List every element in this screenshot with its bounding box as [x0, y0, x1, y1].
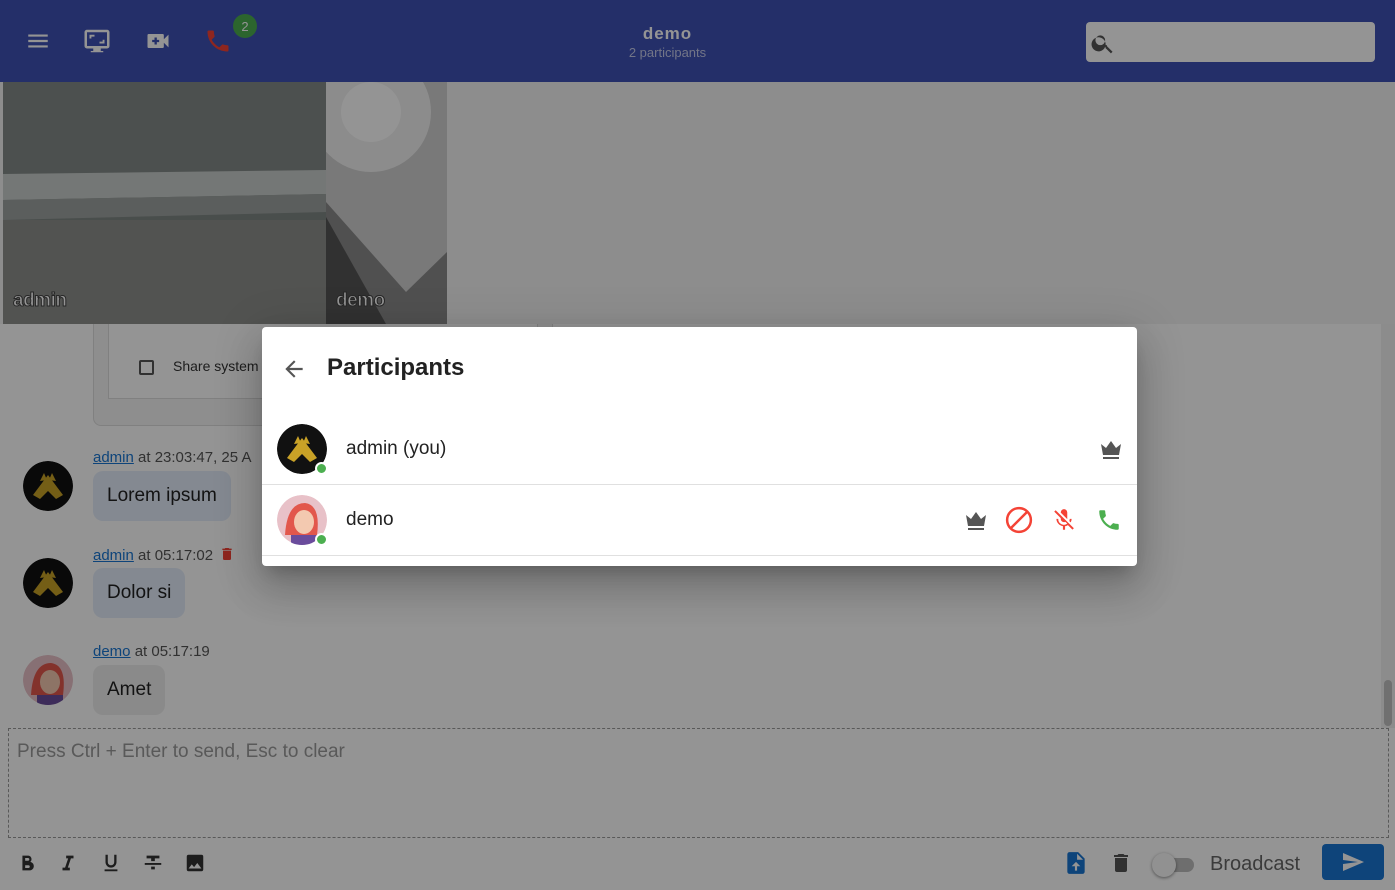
participant-row[interactable]: admin (you) — [262, 414, 1137, 485]
mic-off-icon[interactable] — [1049, 505, 1079, 535]
online-status-dot — [315, 533, 328, 546]
ban-icon[interactable] — [1004, 505, 1034, 535]
crown-icon[interactable] — [961, 505, 991, 535]
phone-icon[interactable] — [1094, 505, 1124, 535]
participants-dialog: Participants admin (you) demo — [262, 327, 1137, 566]
online-status-dot — [315, 462, 328, 475]
avatar — [277, 495, 328, 546]
avatar — [277, 424, 328, 475]
back-arrow-icon[interactable] — [280, 355, 308, 383]
crown-icon — [1096, 434, 1126, 464]
participant-name: demo — [346, 509, 394, 530]
dialog-title: Participants — [327, 354, 465, 381]
participant-row[interactable]: demo — [262, 485, 1137, 556]
participant-name: admin (you) — [346, 438, 447, 459]
